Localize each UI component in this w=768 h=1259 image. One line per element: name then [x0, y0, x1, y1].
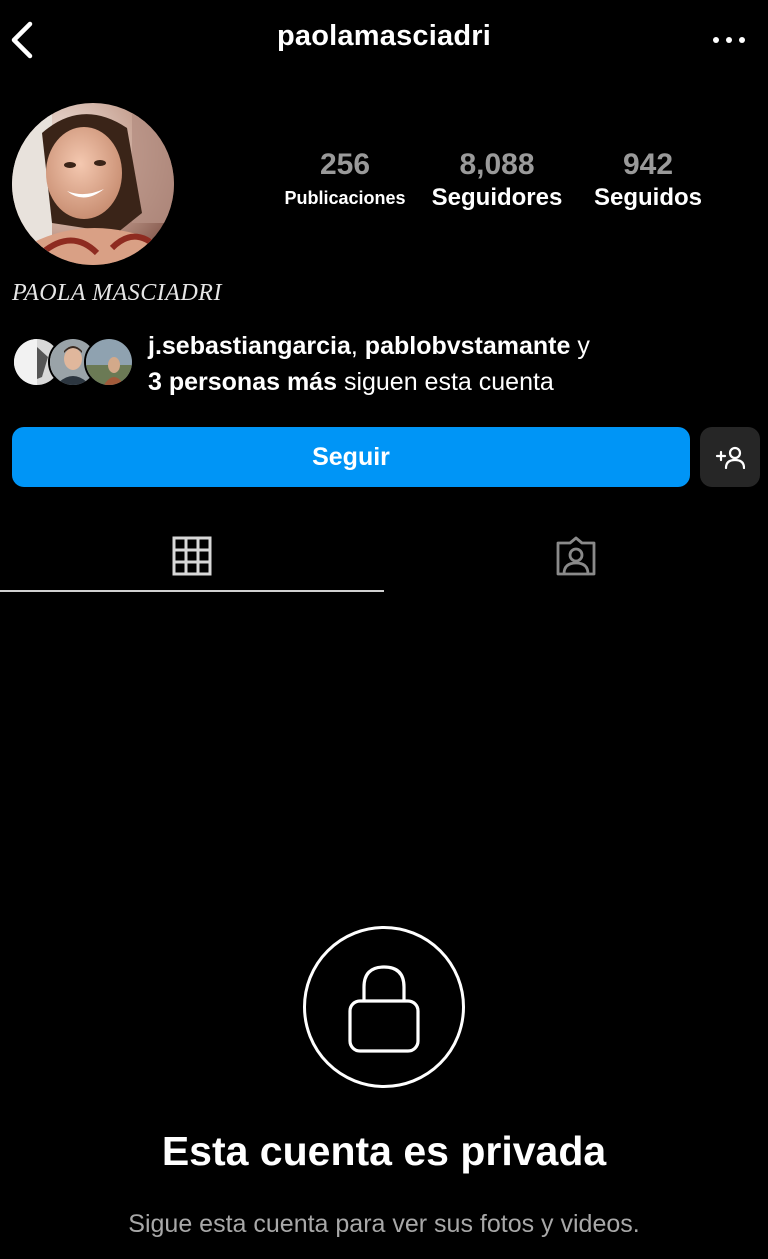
- followers-label: Seguidores: [431, 184, 563, 211]
- private-account-title: Esta cuenta es privada: [161, 1128, 607, 1174]
- followers-count: 8,088: [459, 148, 535, 181]
- follower-avatar-image: [86, 339, 132, 385]
- following-stat[interactable]: 942 Seguidos: [584, 148, 712, 212]
- grid-icon: [172, 536, 212, 576]
- posts-label: Publicaciones: [284, 188, 406, 208]
- suggested-accounts-button[interactable]: [700, 427, 760, 487]
- more-followers-text[interactable]: 3 personas más: [148, 368, 337, 396]
- ellipsis-icon: [713, 37, 745, 43]
- followed-by-text[interactable]: j.sebastiangarcia, pablobvstamante y 3 p…: [148, 328, 758, 400]
- following-label: Seguidos: [593, 184, 702, 211]
- more-options-button[interactable]: [704, 20, 754, 60]
- tab-grid[interactable]: [0, 520, 384, 592]
- follower-avatar[interactable]: [84, 337, 134, 387]
- posts-count: 256: [319, 148, 371, 181]
- tab-tagged[interactable]: [384, 520, 768, 592]
- profile-username: paolamasciadri: [277, 20, 491, 52]
- separator-text: ,: [350, 332, 365, 360]
- private-account-subtitle: Sigue esta cuenta para ver sus fotos y v…: [128, 1210, 640, 1238]
- add-person-icon: [715, 446, 745, 469]
- followers-stat[interactable]: 8,088 Seguidores: [424, 148, 570, 212]
- follow-button[interactable]: Seguir: [12, 427, 690, 487]
- following-count: 942: [622, 148, 674, 181]
- follower-username[interactable]: j.sebastiangarcia: [148, 332, 351, 360]
- active-tab-indicator: [0, 590, 384, 592]
- profile-full-name: PAOLA MASCIADRI: [12, 280, 222, 306]
- lock-badge: [303, 926, 465, 1088]
- and-text: y: [570, 332, 590, 360]
- follow-suffix-text: siguen esta cuenta: [337, 368, 554, 396]
- profile-avatar[interactable]: [12, 103, 174, 265]
- posts-stat: 256 Publicaciones: [274, 148, 416, 209]
- lock-icon: [348, 965, 420, 1053]
- avatar-image: [12, 103, 174, 265]
- tagged-person-icon: [556, 536, 596, 576]
- follower-username[interactable]: pablobvstamante: [365, 332, 571, 360]
